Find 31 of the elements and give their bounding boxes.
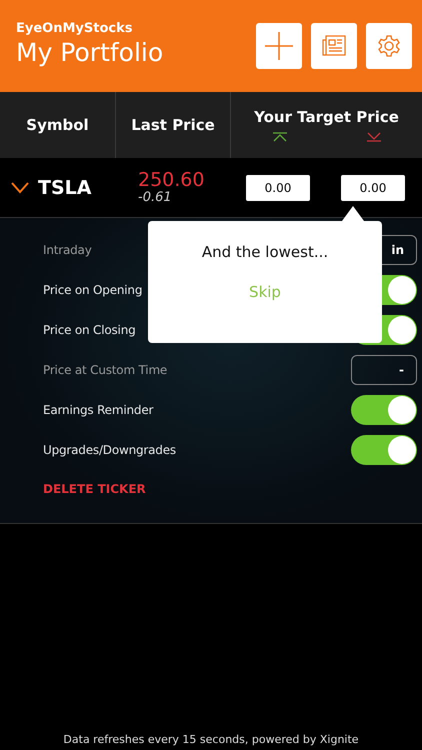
add-button[interactable] <box>256 23 302 69</box>
page-title: My Portfolio <box>16 38 164 67</box>
column-header[interactable]: Your Target Price <box>254 108 399 126</box>
expand-chevron[interactable] <box>10 180 30 194</box>
ticker-symbol: TSLA <box>38 176 92 198</box>
setting-label: Upgrades/Downgrades <box>43 443 176 457</box>
plus-icon <box>264 31 294 61</box>
target-high-field[interactable]: 0.00 <box>246 174 310 200</box>
setting-label: Price on Closing <box>43 323 136 337</box>
toggle-switch[interactable] <box>351 435 417 465</box>
column-header[interactable]: Last Price <box>131 116 215 134</box>
price-change: -0.61 <box>138 190 173 205</box>
newspaper-icon <box>322 35 346 57</box>
up-arrow-icon <box>272 132 288 142</box>
down-arrow-icon <box>366 132 382 142</box>
popover-message: And the lowest... <box>202 243 328 261</box>
settings-button[interactable] <box>366 23 412 69</box>
setting-label: Price at Custom Time <box>43 363 168 377</box>
delete-ticker-button[interactable]: DELETE TICKER <box>43 482 146 496</box>
target-low-field[interactable]: 0.00 <box>341 174 405 200</box>
last-price: 250.60 <box>138 170 206 190</box>
news-button[interactable] <box>311 23 357 69</box>
footer-text: Data refreshes every 15 seconds, powered by Xignite <box>62 733 360 746</box>
app-name: EyeOnMyStocks <box>16 21 134 36</box>
chevron-icon <box>10 180 30 194</box>
settings-icon <box>377 34 401 58</box>
setting-label: Intraday <box>43 243 92 257</box>
toggle-switch[interactable] <box>351 395 417 425</box>
column-header[interactable]: Symbol <box>26 116 89 134</box>
setting-label: Price on Opening <box>43 283 142 297</box>
setting-label: Earnings Reminder <box>43 403 154 417</box>
